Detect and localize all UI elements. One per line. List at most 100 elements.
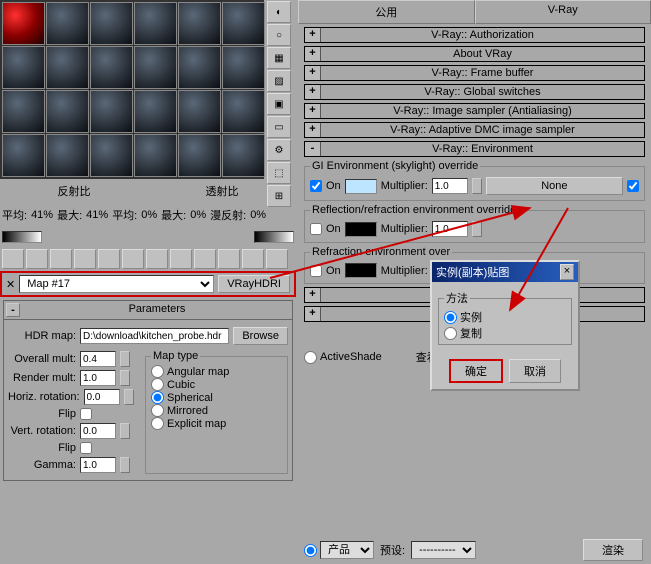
material-slot[interactable]	[178, 2, 221, 45]
get-material-icon[interactable]	[2, 249, 24, 269]
material-sample-grid[interactable]	[0, 0, 264, 179]
backlight-icon[interactable]: ○	[267, 24, 291, 46]
material-slot[interactable]	[90, 134, 133, 177]
material-slot[interactable]	[178, 90, 221, 133]
render-button[interactable]: 渲染	[583, 539, 643, 561]
copy-radio[interactable]	[444, 327, 457, 340]
render-mult-input[interactable]	[80, 370, 116, 386]
show-map-icon[interactable]	[194, 249, 216, 269]
expand-icon[interactable]: +	[305, 104, 321, 118]
material-slot[interactable]	[46, 90, 89, 133]
put-to-lib-icon[interactable]	[146, 249, 168, 269]
assign-icon[interactable]	[50, 249, 72, 269]
instance-radio[interactable]	[444, 311, 457, 324]
material-slot[interactable]	[178, 46, 221, 89]
gi-on-checkbox[interactable]	[310, 180, 322, 192]
spherical-radio[interactable]	[151, 391, 164, 404]
preset-dropdown[interactable]: ----------	[411, 541, 476, 559]
expand-icon[interactable]: +	[305, 47, 321, 61]
spinner-icon[interactable]	[472, 221, 482, 237]
material-slot[interactable]	[134, 90, 177, 133]
explicit-radio[interactable]	[151, 417, 164, 430]
spinner-icon[interactable]	[120, 370, 130, 386]
tab-common[interactable]: 公用	[298, 0, 475, 24]
material-slot[interactable]	[2, 2, 45, 45]
rollout-about[interactable]: About VRay	[321, 47, 644, 61]
sample-type-icon[interactable]: ◐	[267, 1, 291, 23]
refl-on-checkbox[interactable]	[310, 223, 322, 235]
production-dropdown[interactable]: 产品	[320, 541, 374, 559]
overall-mult-input[interactable]	[80, 351, 116, 367]
mat-id-icon[interactable]	[170, 249, 192, 269]
spinner-icon[interactable]	[120, 457, 130, 473]
material-slot[interactable]	[46, 134, 89, 177]
gi-map-on-checkbox[interactable]	[627, 180, 639, 192]
vert-rot-input[interactable]	[80, 423, 116, 439]
close-icon[interactable]: ×	[560, 264, 574, 280]
spinner-icon[interactable]	[120, 423, 130, 439]
cancel-button[interactable]: 取消	[509, 359, 561, 383]
rollout-frame[interactable]: V-Ray:: Frame buffer	[321, 66, 644, 80]
material-slot[interactable]	[90, 2, 133, 45]
rollout-global[interactable]: V-Ray:: Global switches	[321, 85, 644, 99]
material-slot[interactable]	[90, 46, 133, 89]
browse-button[interactable]: Browse	[233, 327, 288, 345]
spinner-icon[interactable]	[124, 389, 134, 405]
map-name-dropdown[interactable]: Map #17	[19, 275, 214, 293]
tab-vray[interactable]: V-Ray	[475, 0, 651, 24]
make-copy-icon[interactable]	[98, 249, 120, 269]
angular-radio[interactable]	[151, 365, 164, 378]
flip-v-checkbox[interactable]	[80, 442, 92, 454]
rollout-auth[interactable]: V-Ray:: Authorization	[321, 28, 644, 42]
options-icon[interactable]: ⚙	[267, 139, 291, 161]
refr-on-checkbox[interactable]	[310, 265, 322, 277]
gamma-input[interactable]	[80, 457, 116, 473]
material-slot[interactable]	[90, 90, 133, 133]
go-parent-icon[interactable]	[242, 249, 264, 269]
ok-button[interactable]: 确定	[449, 359, 503, 383]
background-icon[interactable]: ▦	[267, 47, 291, 69]
flip-h-checkbox[interactable]	[80, 408, 92, 420]
material-slot[interactable]	[178, 134, 221, 177]
grid-3x2-icon[interactable]: ⊞	[267, 185, 291, 207]
mirrored-radio[interactable]	[151, 404, 164, 417]
gi-color-swatch[interactable]	[345, 179, 377, 194]
material-slot[interactable]	[2, 90, 45, 133]
spinner-icon[interactable]	[120, 351, 130, 367]
go-forward-icon[interactable]	[266, 249, 288, 269]
expand-icon[interactable]: +	[305, 28, 321, 42]
expand-icon[interactable]: +	[305, 85, 321, 99]
cubic-radio[interactable]	[151, 378, 164, 391]
gi-map-button[interactable]: None	[486, 177, 623, 195]
expand-icon[interactable]: +	[305, 288, 321, 302]
show-end-icon[interactable]	[218, 249, 240, 269]
material-slot[interactable]	[222, 90, 265, 133]
expand-icon[interactable]: +	[305, 66, 321, 80]
production-radio[interactable]	[304, 544, 317, 557]
material-slot[interactable]	[134, 2, 177, 45]
rollout-env[interactable]: V-Ray:: Environment	[321, 142, 644, 156]
collapse-icon[interactable]: -	[305, 142, 321, 156]
material-slot[interactable]	[222, 46, 265, 89]
material-slot[interactable]	[222, 134, 265, 177]
refl-mult-input[interactable]	[432, 221, 468, 237]
video-check-icon[interactable]: ▣	[267, 93, 291, 115]
make-unique-icon[interactable]	[122, 249, 144, 269]
hdr-path-input[interactable]	[80, 328, 229, 344]
refr-color-swatch[interactable]	[345, 263, 377, 278]
gi-mult-input[interactable]	[432, 178, 468, 194]
pick-icon[interactable]: ✕	[6, 278, 15, 291]
rollout-sampler[interactable]: V-Ray:: Image sampler (Antialiasing)	[321, 104, 644, 118]
material-slot[interactable]	[134, 46, 177, 89]
select-by-mat-icon[interactable]: ⬚	[267, 162, 291, 184]
material-slot[interactable]	[2, 46, 45, 89]
activeshade-radio[interactable]	[304, 351, 317, 364]
reset-icon[interactable]	[74, 249, 96, 269]
material-slot[interactable]	[2, 134, 45, 177]
spinner-icon[interactable]	[472, 178, 482, 194]
preview-icon[interactable]: ▭	[267, 116, 291, 138]
rollout-dmc[interactable]: V-Ray:: Adaptive DMC image sampler	[321, 123, 644, 137]
horiz-rot-input[interactable]	[84, 389, 120, 405]
material-slot[interactable]	[46, 2, 89, 45]
expand-icon[interactable]: +	[305, 307, 321, 321]
